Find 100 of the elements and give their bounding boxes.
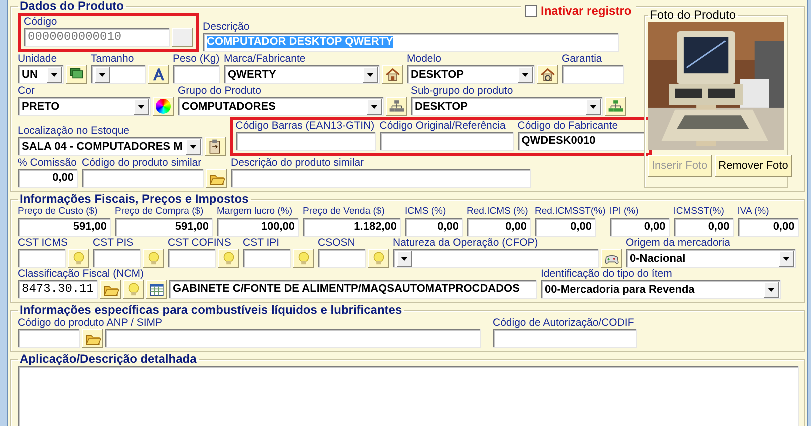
group-title: Foto do Produto	[649, 9, 738, 22]
field-label: Identificação do tipo do ítem	[541, 268, 674, 280]
text-field[interactable]	[18, 329, 80, 348]
field-label: Preço de Compra ($)	[115, 206, 205, 218]
field-label: CST ICMS	[18, 237, 69, 249]
text-field[interactable]: 591,00	[18, 218, 111, 237]
field-label: Red.ICMSST(%)	[535, 206, 606, 218]
font-button[interactable]	[148, 65, 169, 84]
text-field[interactable]: 8473.30.11	[18, 280, 98, 299]
dropdown[interactable]: 00-Mercadoria para Revenda	[541, 280, 782, 299]
text-field[interactable]: 0,00	[18, 169, 78, 188]
dropdown[interactable]: QWERTY	[224, 65, 380, 84]
text-field[interactable]	[380, 132, 514, 151]
field-label: Cor	[18, 85, 36, 97]
home-icon	[384, 66, 400, 82]
field-label: CST COFINS	[168, 237, 232, 249]
field-label: Grupo do Produto	[178, 85, 262, 97]
group-title: Informações Fiscais, Preços e Impostos	[19, 193, 250, 206]
dropdown[interactable]	[91, 65, 146, 84]
text-field[interactable]: GABINETE C/FONTE DE ALIMENTP/MAQSAUTOMATPROCDADOS	[169, 280, 538, 299]
bulb-button[interactable]	[368, 249, 389, 268]
photo-button[interactable]: Remover Foto	[714, 155, 792, 177]
bulb-button[interactable]	[293, 249, 314, 268]
field-label: Garantia	[562, 53, 604, 65]
text-field[interactable]: 100,00	[217, 218, 299, 237]
bulb-button[interactable]	[143, 249, 164, 268]
text-field[interactable]: 0,00	[535, 218, 596, 237]
field-label: Código Original/Referência	[380, 120, 507, 132]
field-label: Marca/Fabricante	[224, 53, 307, 65]
text-field[interactable]: 0,00	[405, 218, 463, 237]
text-field[interactable]: 0,00	[738, 218, 799, 237]
hierarchy-icon	[388, 98, 404, 114]
field-label: ICMSST(%)	[674, 206, 726, 218]
text-field[interactable]	[173, 65, 220, 84]
folder-button[interactable]	[100, 280, 122, 299]
text-field[interactable]: 0,00	[610, 218, 670, 237]
field-label: ICMS (%)	[405, 206, 448, 218]
field-label: Margem lucro (%)	[217, 206, 294, 218]
text-field[interactable]	[493, 329, 637, 348]
color-wheel-icon	[156, 99, 171, 114]
text-field[interactable]	[243, 249, 291, 268]
folder-button[interactable]	[82, 329, 103, 348]
dropdown[interactable]: PRETO	[18, 97, 151, 116]
field-label: IVA (%)	[738, 206, 770, 218]
stack-button[interactable]	[66, 65, 87, 84]
field-label: Código	[24, 16, 58, 28]
field-label: Red.ICMS (%)	[467, 206, 530, 218]
dropdown[interactable]: DESKTOP	[411, 97, 603, 116]
gamepad-button[interactable]	[601, 249, 622, 268]
dropdown[interactable]: SALA 04 - COMPUTADORES M	[18, 137, 203, 156]
text-field[interactable]: 0,00	[467, 218, 531, 237]
field-label: IPI (%)	[610, 206, 640, 218]
field-label: CST IPI	[243, 237, 281, 249]
text-field[interactable]	[318, 249, 366, 268]
group-title: Aplicação/Descrição detalhada	[19, 353, 198, 366]
field-label: Descrição	[203, 21, 251, 33]
field-label: Localização no Estoque	[18, 125, 130, 137]
field-label: Peso (Kg)	[173, 53, 220, 65]
checkbox-label: Inativar registro	[541, 4, 632, 18]
text-field[interactable]: 591,00	[115, 218, 213, 237]
bulb-button[interactable]	[68, 249, 89, 268]
text-field[interactable]: QWDESK0010	[518, 132, 646, 151]
text-field[interactable]: 0,00	[674, 218, 734, 237]
bulb-button[interactable]	[218, 249, 239, 268]
text-field[interactable]	[168, 249, 216, 268]
text-field[interactable]	[236, 132, 376, 151]
field-label: Classificação Fiscal (NCM)	[18, 268, 146, 280]
color-picker-button[interactable]	[153, 97, 174, 116]
clipboard-button[interactable]	[204, 137, 226, 156]
field-label: Preço de Custo ($)	[18, 206, 99, 218]
hierarchy-button[interactable]	[605, 97, 626, 116]
dropdown[interactable]: DESKTOP	[407, 65, 535, 84]
checkbox[interactable]	[525, 5, 537, 17]
dropdown[interactable]: UN	[18, 65, 64, 84]
font-icon	[150, 66, 166, 82]
text-field[interactable]	[93, 249, 141, 268]
dropdown[interactable]	[393, 249, 599, 268]
field-label: Código Barras (EAN13-GTIN)	[236, 120, 376, 132]
field-label: Origem da mercadoria	[626, 237, 732, 249]
home-button[interactable]	[382, 65, 403, 84]
text-field[interactable]	[562, 65, 624, 84]
text-field[interactable]	[105, 329, 481, 348]
hierarchy-button[interactable]	[386, 97, 407, 116]
text-field[interactable]	[82, 169, 204, 188]
text-field[interactable]	[18, 249, 66, 268]
table-button[interactable]	[146, 280, 168, 299]
field-label: Modelo	[407, 53, 442, 65]
text-field[interactable]: 1.182,00	[303, 218, 401, 237]
field-label: CSOSN	[318, 237, 356, 249]
folder-button[interactable]	[206, 169, 227, 188]
field-label: CST PIS	[93, 237, 135, 249]
dropdown[interactable]: 0-Nacional	[626, 249, 796, 268]
field-label: Descrição do produto similar	[231, 157, 366, 169]
home-button[interactable]	[537, 65, 558, 84]
field-label: Código do Fabricante	[518, 120, 620, 132]
dropdown[interactable]: COMPUTADORES	[178, 97, 384, 116]
field-label: Código do produto ANP / SIMP	[18, 317, 164, 329]
text-field[interactable]	[231, 169, 531, 188]
field-label: % Comissão	[18, 157, 78, 169]
field-label: Tamanho	[91, 53, 136, 65]
